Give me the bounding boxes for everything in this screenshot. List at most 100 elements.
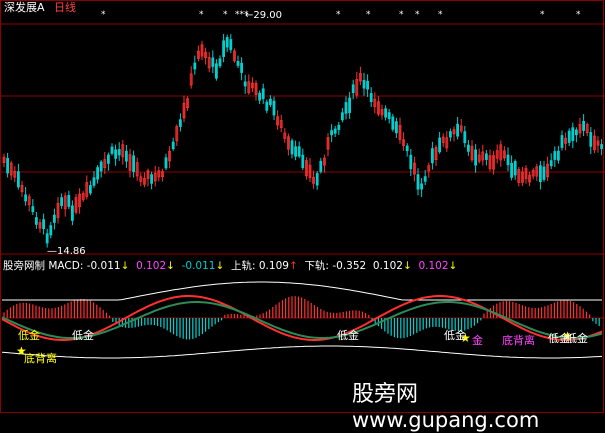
candle-body: [171, 141, 175, 150]
candle-body: [420, 183, 424, 190]
candle-body: [384, 108, 388, 118]
upper-band-value: 0.109: [258, 260, 289, 272]
lower-band-label: 下轨:: [304, 260, 329, 272]
candle-body: [387, 112, 391, 120]
candle-body: [484, 153, 488, 160]
candle-body: [315, 173, 319, 186]
candle-body: [42, 219, 45, 230]
candle-body: [340, 112, 344, 121]
candle-body: [150, 174, 154, 184]
candle-body: [35, 217, 38, 225]
signal-label: 低金: [337, 329, 359, 342]
candle-body: [110, 146, 114, 154]
star-icon: *: [366, 10, 371, 20]
candle-body: [575, 129, 578, 136]
candle-body: [466, 144, 470, 152]
candle-body: [16, 171, 20, 188]
signal-label: 低金: [566, 332, 588, 345]
candle-body: [513, 161, 517, 176]
macd-value-1: -0.011: [86, 260, 121, 272]
candle-body: [117, 149, 121, 156]
arrow-icon: ↓: [448, 260, 458, 272]
candle-body: [294, 146, 298, 157]
signal-label: 底背离: [24, 352, 57, 365]
star-icon: *: [540, 10, 545, 20]
star-icon: *: [415, 10, 420, 20]
candle-body: [539, 165, 542, 182]
candle-body: [337, 124, 341, 130]
candle-body: [333, 128, 337, 134]
candle-body: [225, 37, 229, 48]
candle-body: [290, 140, 294, 155]
tail-value-2: 0.102: [418, 260, 449, 272]
candle-body: [132, 155, 136, 172]
candle-body: [582, 120, 585, 131]
candle-body: [474, 149, 478, 166]
star-icon: *: [199, 10, 204, 20]
candle-body: [351, 84, 355, 94]
candle-body: [222, 40, 226, 57]
tail-value-1: 0.102: [372, 260, 403, 272]
candle-body: [301, 154, 305, 169]
candle-body: [243, 81, 247, 87]
upper-band-line: [2, 281, 602, 301]
candle-body: [240, 62, 244, 73]
candle-body: [510, 162, 514, 178]
candle-body: [92, 177, 96, 186]
star-icon: *: [576, 10, 581, 20]
candle-body: [416, 174, 420, 190]
star-icon: *: [101, 10, 106, 20]
candle-body: [391, 116, 395, 130]
candle-body: [49, 225, 53, 236]
candle-body: [71, 205, 74, 221]
star-icon: *: [336, 10, 341, 20]
indicator-header: 股旁网制 MACD: -0.011↓, 0.102↓, -0.011↓, 上轨:…: [3, 260, 461, 272]
candle-body: [362, 79, 366, 89]
candle-body: [107, 154, 110, 164]
watermark-cn: 股旁网: [352, 382, 419, 407]
candle-body: [369, 93, 373, 103]
candle-body: [506, 154, 510, 166]
signal-label: 底背离: [502, 334, 535, 347]
macd-value-2: 0.102: [136, 260, 167, 272]
candle-body: [214, 63, 218, 79]
candle-body: [193, 62, 197, 70]
arrow-icon: ↓: [402, 260, 412, 272]
candle-body: [430, 148, 434, 164]
candle-body: [114, 149, 117, 159]
candle-body: [297, 146, 301, 157]
candle-body: [456, 123, 460, 137]
signal-label: 低金: [444, 329, 466, 342]
candle-body: [553, 151, 557, 160]
arrow-icon: ↓: [120, 260, 130, 272]
low-price-marker: —14.86: [47, 246, 86, 257]
star-icon: ***: [235, 10, 249, 20]
candle-body: [229, 39, 233, 51]
candlestick-chart[interactable]: ★★ ★: [0, 0, 605, 414]
signal-label: 金: [472, 334, 483, 347]
watermark-url: www.gupang.com: [352, 408, 540, 432]
candle-body: [6, 158, 9, 174]
candle-body: [549, 160, 553, 167]
macd-label: MACD:: [48, 260, 84, 272]
candle-body: [463, 131, 467, 144]
candle-body: [589, 132, 593, 147]
period-label: 日线: [54, 1, 76, 14]
candle-body: [268, 98, 272, 105]
candle-body: [567, 130, 571, 143]
candle-body: [265, 101, 269, 111]
arrow-icon: ↓: [166, 260, 175, 272]
candle-body: [261, 88, 265, 100]
arrow-icon: ↓: [215, 260, 225, 272]
candle-body: [423, 176, 427, 182]
candle-body: [409, 154, 413, 170]
candle-body: [164, 157, 168, 169]
candle-body: [89, 185, 92, 194]
candle-body: [53, 214, 56, 223]
candle-body: [319, 160, 323, 172]
star-icon: *: [399, 10, 404, 20]
chart-border: [0, 0, 604, 413]
lower-band-value: -0.352: [332, 260, 367, 272]
candle-body: [236, 60, 240, 66]
candle-body: [348, 97, 352, 113]
